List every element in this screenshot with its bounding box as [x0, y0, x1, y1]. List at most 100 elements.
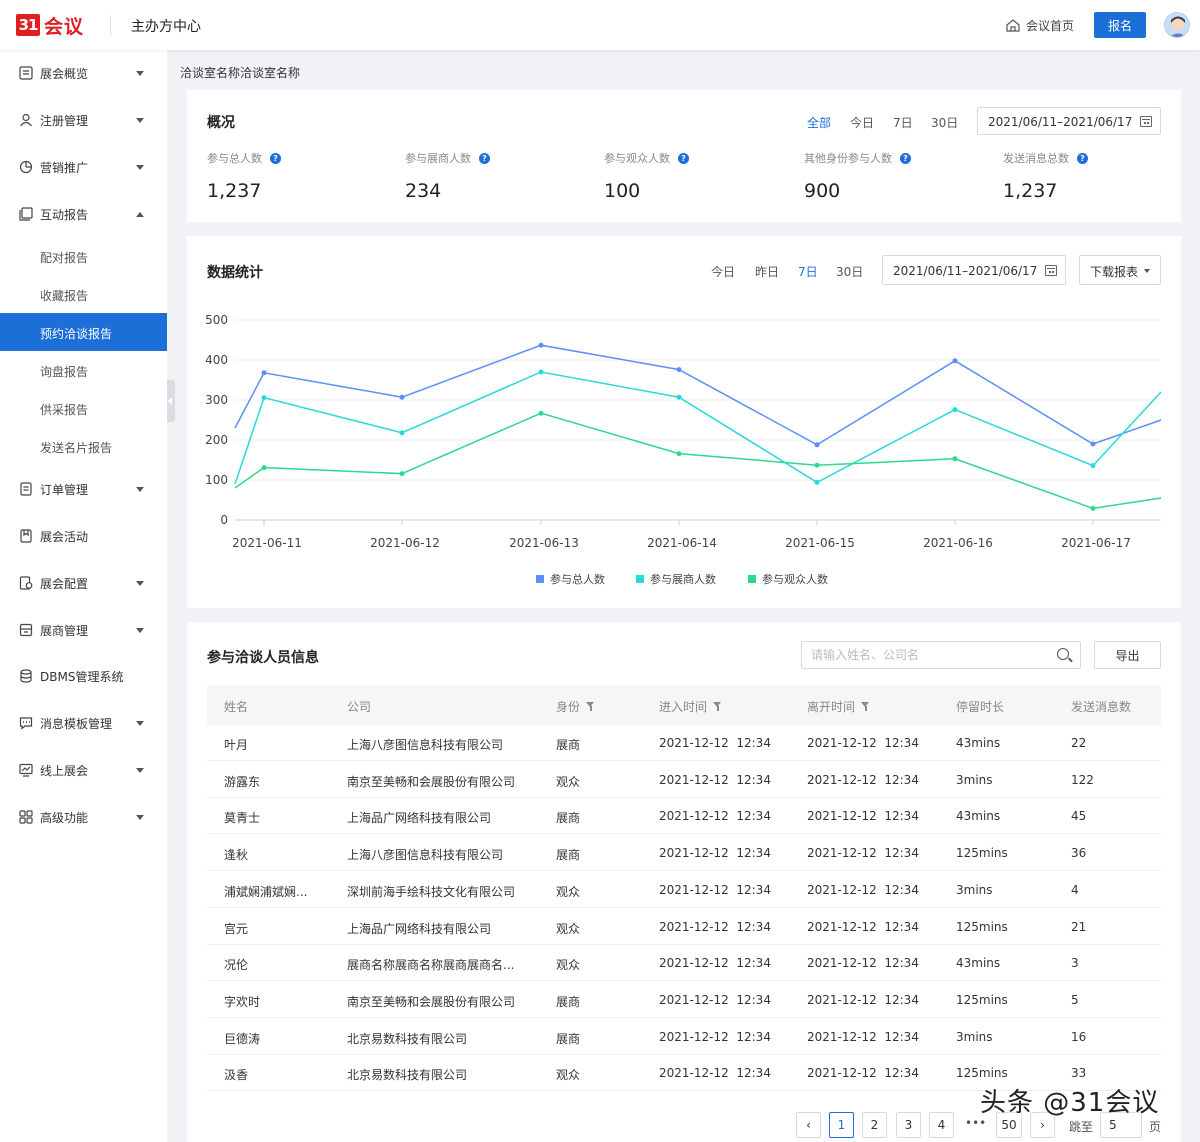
top-header: 31 会议 主办方中心 会议首页 报名: [0, 0, 1200, 50]
table-cell: 5: [1071, 992, 1079, 1007]
table-row[interactable]: 宫元 上海品广网络科技有限公司 观众 2021-12-12 12:34 2021-12-…: [207, 909, 1161, 945]
data-point[interactable]: [399, 471, 405, 477]
table-row[interactable]: 叶月 上海八彦图信息科技有限公司 展商 2021-12-12 12:34 2021-12…: [207, 725, 1161, 761]
filter-icon[interactable]: [861, 701, 870, 712]
page-suffix: 页: [1149, 1120, 1162, 1134]
column-header-3[interactable]: 身份: [556, 698, 595, 715]
page-button-1[interactable]: 1: [829, 1112, 854, 1138]
table-cell: 2021-12-12 12:34: [807, 1029, 919, 1044]
data-point[interactable]: [538, 342, 544, 348]
table-cell: 125mins: [956, 919, 1008, 934]
sidebar-item-label: 线上展会: [40, 764, 89, 778]
table-row[interactable]: 逢秋 上海八彦图信息科技有限公司 展商 2021-12-12 12:34 2021-12…: [207, 835, 1161, 872]
table-row[interactable]: 巨德涛 北京易数科技有限公司 展商 2021-12-12 12:34 2021-12-1…: [207, 1019, 1161, 1055]
table-row[interactable]: 游露东 南京至美畅和会展股份有限公司 观众 2021-12-12 12:34 2021-…: [207, 762, 1161, 798]
table-cell: 南京至美畅和会展股份有限公司: [347, 774, 516, 789]
series-line-2: [234, 371, 1162, 485]
legend-item-1[interactable]: 参与总人数: [536, 572, 605, 586]
table-cell: 2021-12-12 12:34: [807, 772, 919, 787]
table-row[interactable]: 浦斌娴浦斌娴... 深圳前海手绘科技文化有限公司 观众 2021-12-12 12:3…: [207, 872, 1161, 908]
table-cell: 展商: [556, 1031, 581, 1046]
table-cell: 45: [1071, 809, 1087, 824]
prev-page-button[interactable]: ‹: [796, 1112, 821, 1138]
page-button-2[interactable]: 2: [862, 1112, 887, 1138]
data-point[interactable]: [676, 394, 682, 400]
filter-icon[interactable]: [586, 701, 595, 712]
table-cell: 3mins: [956, 1029, 993, 1044]
column-header-5[interactable]: 离开时间: [807, 698, 870, 715]
table-row[interactable]: 字欢时 南京至美畅和会展股份有限公司 展商 2021-12-12 12:34 2021-…: [207, 982, 1161, 1018]
y-tick-label: 200: [205, 433, 228, 447]
avatar-image: [1170, 16, 1186, 37]
table-cell: 4: [1071, 882, 1079, 897]
data-point[interactable]: [1090, 463, 1096, 469]
online-icon: [19, 763, 33, 777]
signup-button[interactable]: 报名: [1094, 12, 1146, 38]
avatar[interactable]: [1164, 12, 1190, 38]
column-header-1: 姓名: [224, 698, 248, 715]
table-cell: 3: [1071, 956, 1079, 971]
table-row[interactable]: 莫青士 上海品广网络科技有限公司 展商 2021-12-12 12:34 2021-12…: [207, 798, 1161, 835]
data-point[interactable]: [261, 465, 267, 471]
x-tick-label: 2021-06-14: [647, 536, 717, 550]
data-point[interactable]: [399, 394, 405, 400]
data-point[interactable]: [952, 407, 958, 413]
legend-swatch: [536, 575, 544, 583]
table-cell: 2021-12-12 12:34: [807, 846, 919, 861]
data-point[interactable]: [676, 451, 682, 457]
data-point[interactable]: [399, 430, 405, 436]
table-title: 参与洽谈人员信息: [207, 650, 319, 666]
home-link[interactable]: 会议首页: [1006, 17, 1074, 34]
chevron-down-icon: [136, 628, 144, 633]
table-cell: 2021-12-12 12:34: [807, 882, 919, 897]
search-input[interactable]: [811, 647, 1051, 663]
column-header-label: 进入时间: [659, 700, 708, 714]
table-cell: 宫元: [224, 921, 249, 936]
table-cell: 上海品广网络科技有限公司: [347, 921, 492, 936]
table-cell: 16: [1071, 1029, 1087, 1044]
export-button[interactable]: 导出: [1094, 641, 1161, 669]
sidebar-item-11[interactable]: 线上展会: [0, 752, 167, 788]
app-title: 主办方中心: [131, 19, 201, 35]
data-point[interactable]: [952, 456, 958, 462]
filter-icon[interactable]: [713, 701, 722, 712]
table-cell: 21: [1071, 919, 1087, 934]
table-cell: 3mins: [956, 772, 993, 787]
message-icon: [19, 716, 33, 730]
legend-label: 参与总人数: [550, 572, 605, 586]
data-point[interactable]: [538, 369, 544, 375]
data-point[interactable]: [814, 462, 820, 468]
column-header-4[interactable]: 进入时间: [659, 698, 722, 715]
legend-item-2[interactable]: 参与展商人数: [636, 572, 716, 586]
data-point[interactable]: [1090, 505, 1096, 511]
table-cell: 2021-12-12 12:34: [659, 846, 771, 861]
page-button-3[interactable]: 3: [896, 1112, 921, 1138]
line-chart: 500 400 300 200 100 0 2021-06-11 2021-06-12 2021…: [205, 313, 1162, 586]
search-icon[interactable]: [1057, 648, 1069, 660]
data-point[interactable]: [261, 370, 267, 376]
data-point[interactable]: [676, 367, 682, 373]
page-button-4[interactable]: 4: [929, 1112, 954, 1138]
data-point[interactable]: [538, 410, 544, 416]
data-point[interactable]: [261, 395, 267, 401]
table-cell: 上海八彦图信息科技有限公司: [347, 848, 504, 863]
legend-label: 参与观众人数: [762, 572, 828, 586]
sidebar-item-10[interactable]: 消息模板管理: [0, 705, 167, 741]
data-point[interactable]: [1090, 441, 1096, 447]
table-cell: 43mins: [956, 956, 1001, 971]
table-cell: 展商: [556, 738, 581, 752]
sidebar-item-9[interactable]: DBMS管理系统: [0, 658, 167, 694]
legend-item-3[interactable]: 参与观众人数: [748, 572, 828, 586]
table-cell: 况伦: [224, 958, 249, 973]
data-point[interactable]: [814, 442, 820, 448]
sidebar-item-8[interactable]: 展商管理: [0, 612, 167, 648]
table-cell: 2021-12-12 12:34: [659, 772, 771, 787]
table-cell: 2021-12-12 12:34: [659, 956, 771, 971]
data-point[interactable]: [952, 358, 958, 364]
table-row[interactable]: 况伦 展商名称展商名称展商展商名... 观众 2021-12-12 12:34 2021…: [207, 945, 1161, 982]
sidebar-item-12[interactable]: 高级功能: [0, 799, 167, 835]
data-point[interactable]: [814, 479, 820, 485]
table-cell: 125mins: [956, 1066, 1008, 1081]
logo-mark: 31: [16, 14, 40, 36]
logo[interactable]: 31 会议: [16, 13, 84, 38]
